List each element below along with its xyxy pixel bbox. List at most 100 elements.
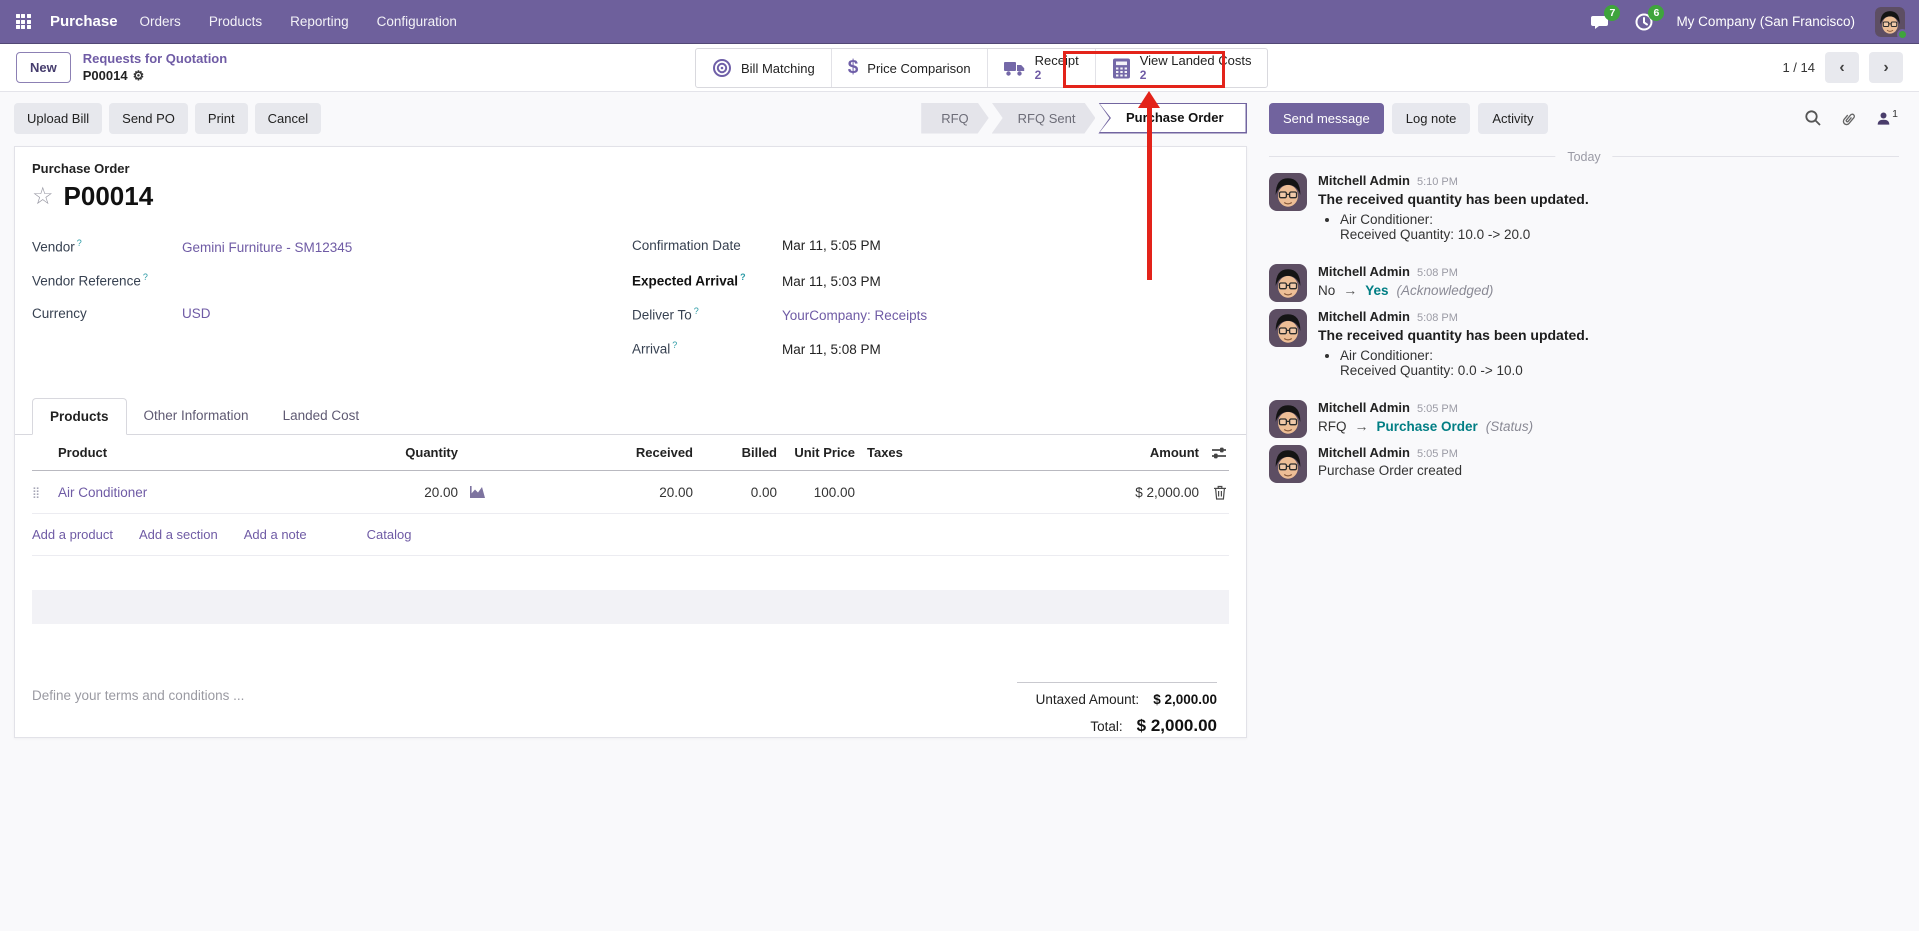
- add-line-row: Add a product Add a section Add a note C…: [32, 514, 1229, 556]
- chatter-toolbar: Send message Log note Activity 1: [1261, 92, 1919, 144]
- add-a-section-link[interactable]: Add a section: [139, 527, 218, 542]
- product-link[interactable]: Air Conditioner: [58, 485, 147, 500]
- followers-count: 1: [1892, 107, 1898, 120]
- message-list: Mitchell Admin 5:10 PM The received quan…: [1261, 173, 1919, 483]
- order-line-row[interactable]: ⣿ Air Conditioner 20.00 20.00 0.00 100.0…: [32, 471, 1229, 514]
- expected-arrival-value[interactable]: Mar 11, 5:03 PM: [782, 274, 881, 289]
- cancel-button[interactable]: Cancel: [254, 102, 322, 134]
- arrival-value[interactable]: Mar 11, 5:08 PM: [782, 342, 881, 357]
- message-author[interactable]: Mitchell Admin: [1318, 400, 1410, 415]
- actions-gear-icon[interactable]: [133, 68, 145, 84]
- menu-configuration[interactable]: Configuration: [377, 14, 457, 29]
- breadcrumb-current: P00014: [82, 67, 128, 83]
- avatar: [1269, 400, 1307, 438]
- fields-left-column: Vendor Gemini Furniture - SM12345 Vendor…: [32, 238, 632, 374]
- doc-type-label: Purchase Order: [32, 161, 130, 176]
- menu-reporting[interactable]: Reporting: [290, 14, 349, 29]
- print-button[interactable]: Print: [194, 102, 248, 134]
- tracking-new-value: Yes: [1365, 282, 1389, 298]
- user-avatar[interactable]: [1874, 5, 1908, 40]
- message-title: The received quantity has been updated.: [1318, 191, 1589, 207]
- activities-icon[interactable]: 6: [1632, 4, 1665, 34]
- message-item[interactable]: Mitchell Admin 5:05 PM Purchase Order cr…: [1269, 445, 1899, 483]
- tab-products[interactable]: Products: [32, 398, 127, 435]
- add-a-note-link[interactable]: Add a note: [244, 527, 307, 542]
- message-item[interactable]: Mitchell Admin 5:08 PM No Yes (Acknowled…: [1269, 264, 1899, 302]
- message-item[interactable]: Mitchell Admin 5:05 PM RFQ Purchase Orde…: [1269, 400, 1899, 438]
- smart-buttons: Bill Matching $ Price Comparison Receipt…: [695, 48, 1269, 88]
- deliver-to-value[interactable]: YourCompany: Receipts: [782, 308, 927, 323]
- message-author[interactable]: Mitchell Admin: [1318, 173, 1410, 188]
- log-note-button[interactable]: Log note: [1391, 102, 1471, 134]
- avatar: [1269, 264, 1307, 302]
- message-item[interactable]: Mitchell Admin 5:08 PM The received quan…: [1269, 309, 1899, 379]
- company-switcher[interactable]: My Company (San Francisco): [1676, 14, 1855, 29]
- truck-icon: [1003, 60, 1026, 77]
- menu-orders[interactable]: Orders: [140, 14, 181, 29]
- pager: 1 / 14 ‹ ›: [1782, 52, 1903, 83]
- vendor-value[interactable]: Gemini Furniture - SM12345: [182, 240, 352, 255]
- fields-right-column: Confirmation Date Mar 11, 5:05 PM Expect…: [632, 238, 927, 374]
- quantity-cell[interactable]: 20.00: [328, 485, 458, 500]
- message-body: Purchase Order created: [1318, 463, 1463, 478]
- optional-columns-icon[interactable]: [1199, 446, 1229, 460]
- unit-price-cell[interactable]: 100.00: [777, 485, 855, 500]
- price-comparison-button[interactable]: $ Price Comparison: [830, 49, 987, 87]
- main-menu: Orders Products Reporting Configuration: [140, 14, 457, 29]
- catalog-link[interactable]: Catalog: [367, 527, 412, 542]
- empty-table-row: [32, 590, 1229, 624]
- calculator-icon: [1112, 58, 1131, 79]
- menu-products[interactable]: Products: [209, 14, 262, 29]
- followers-icon[interactable]: 1: [1876, 107, 1898, 126]
- billed-cell[interactable]: 0.00: [693, 485, 777, 500]
- vendor-reference-label: Vendor Reference: [32, 272, 182, 289]
- confirmation-date-value[interactable]: Mar 11, 5:05 PM: [782, 238, 881, 253]
- online-status-dot: [1897, 28, 1908, 40]
- avatar: [1269, 173, 1307, 211]
- apps-menu-icon[interactable]: [0, 0, 46, 44]
- message-detail-line: Received Quantity: 0.0 -> 10.0: [1340, 363, 1523, 378]
- message-item[interactable]: Mitchell Admin 5:10 PM The received quan…: [1269, 173, 1899, 243]
- search-messages-icon[interactable]: [1804, 109, 1822, 127]
- message-author[interactable]: Mitchell Admin: [1318, 309, 1410, 324]
- send-message-button[interactable]: Send message: [1269, 102, 1384, 134]
- send-po-button[interactable]: Send PO: [109, 102, 188, 134]
- confirmation-date-label: Confirmation Date: [632, 238, 741, 253]
- message-time: 5:08 PM: [1416, 312, 1458, 324]
- untaxed-amount-label: Untaxed Amount:: [1035, 692, 1140, 707]
- status-steps: RFQ RFQ Sent Purchase Order: [918, 102, 1247, 134]
- view-landed-costs-button[interactable]: View Landed Costs 2: [1094, 49, 1268, 87]
- breadcrumb-parent-link[interactable]: Requests for Quotation: [83, 51, 227, 67]
- message-author[interactable]: Mitchell Admin: [1318, 445, 1410, 460]
- date-divider: Today: [1269, 150, 1899, 164]
- arrival-label: Arrival: [632, 340, 782, 357]
- tab-landed-cost[interactable]: Landed Cost: [266, 398, 377, 434]
- arrow-right-icon: [1347, 418, 1377, 434]
- landed-costs-count: 2: [1139, 67, 1147, 82]
- tab-other-information[interactable]: Other Information: [127, 398, 266, 434]
- receipt-button[interactable]: Receipt 2: [986, 49, 1095, 87]
- messages-icon[interactable]: 7: [1588, 4, 1621, 34]
- new-button[interactable]: New: [16, 52, 71, 83]
- status-rfq-sent[interactable]: RFQ Sent: [992, 103, 1096, 134]
- currency-value[interactable]: USD: [182, 306, 211, 321]
- terms-placeholder[interactable]: Define your terms and conditions ...: [32, 682, 1017, 736]
- received-cell[interactable]: 20.00: [498, 485, 693, 500]
- drag-handle-icon[interactable]: ⣿: [32, 486, 58, 499]
- add-a-product-link[interactable]: Add a product: [32, 527, 113, 542]
- forecast-chart-icon[interactable]: [458, 485, 498, 499]
- message-author[interactable]: Mitchell Admin: [1318, 264, 1410, 279]
- receipt-count: 2: [1034, 67, 1042, 82]
- tracking-new-value[interactable]: Purchase Order: [1377, 419, 1478, 434]
- pager-next-button[interactable]: ›: [1869, 52, 1903, 83]
- pager-previous-button[interactable]: ‹: [1825, 52, 1859, 83]
- status-rfq[interactable]: RFQ: [921, 103, 988, 134]
- attachments-icon[interactable]: [1840, 109, 1858, 128]
- favorite-star-icon[interactable]: [32, 185, 54, 209]
- status-purchase-order[interactable]: Purchase Order: [1098, 102, 1247, 134]
- activity-button[interactable]: Activity: [1478, 102, 1548, 134]
- app-name[interactable]: Purchase: [50, 13, 118, 30]
- delete-line-icon[interactable]: [1199, 485, 1229, 500]
- upload-bill-button[interactable]: Upload Bill: [14, 102, 103, 134]
- bill-matching-button[interactable]: Bill Matching: [696, 49, 831, 87]
